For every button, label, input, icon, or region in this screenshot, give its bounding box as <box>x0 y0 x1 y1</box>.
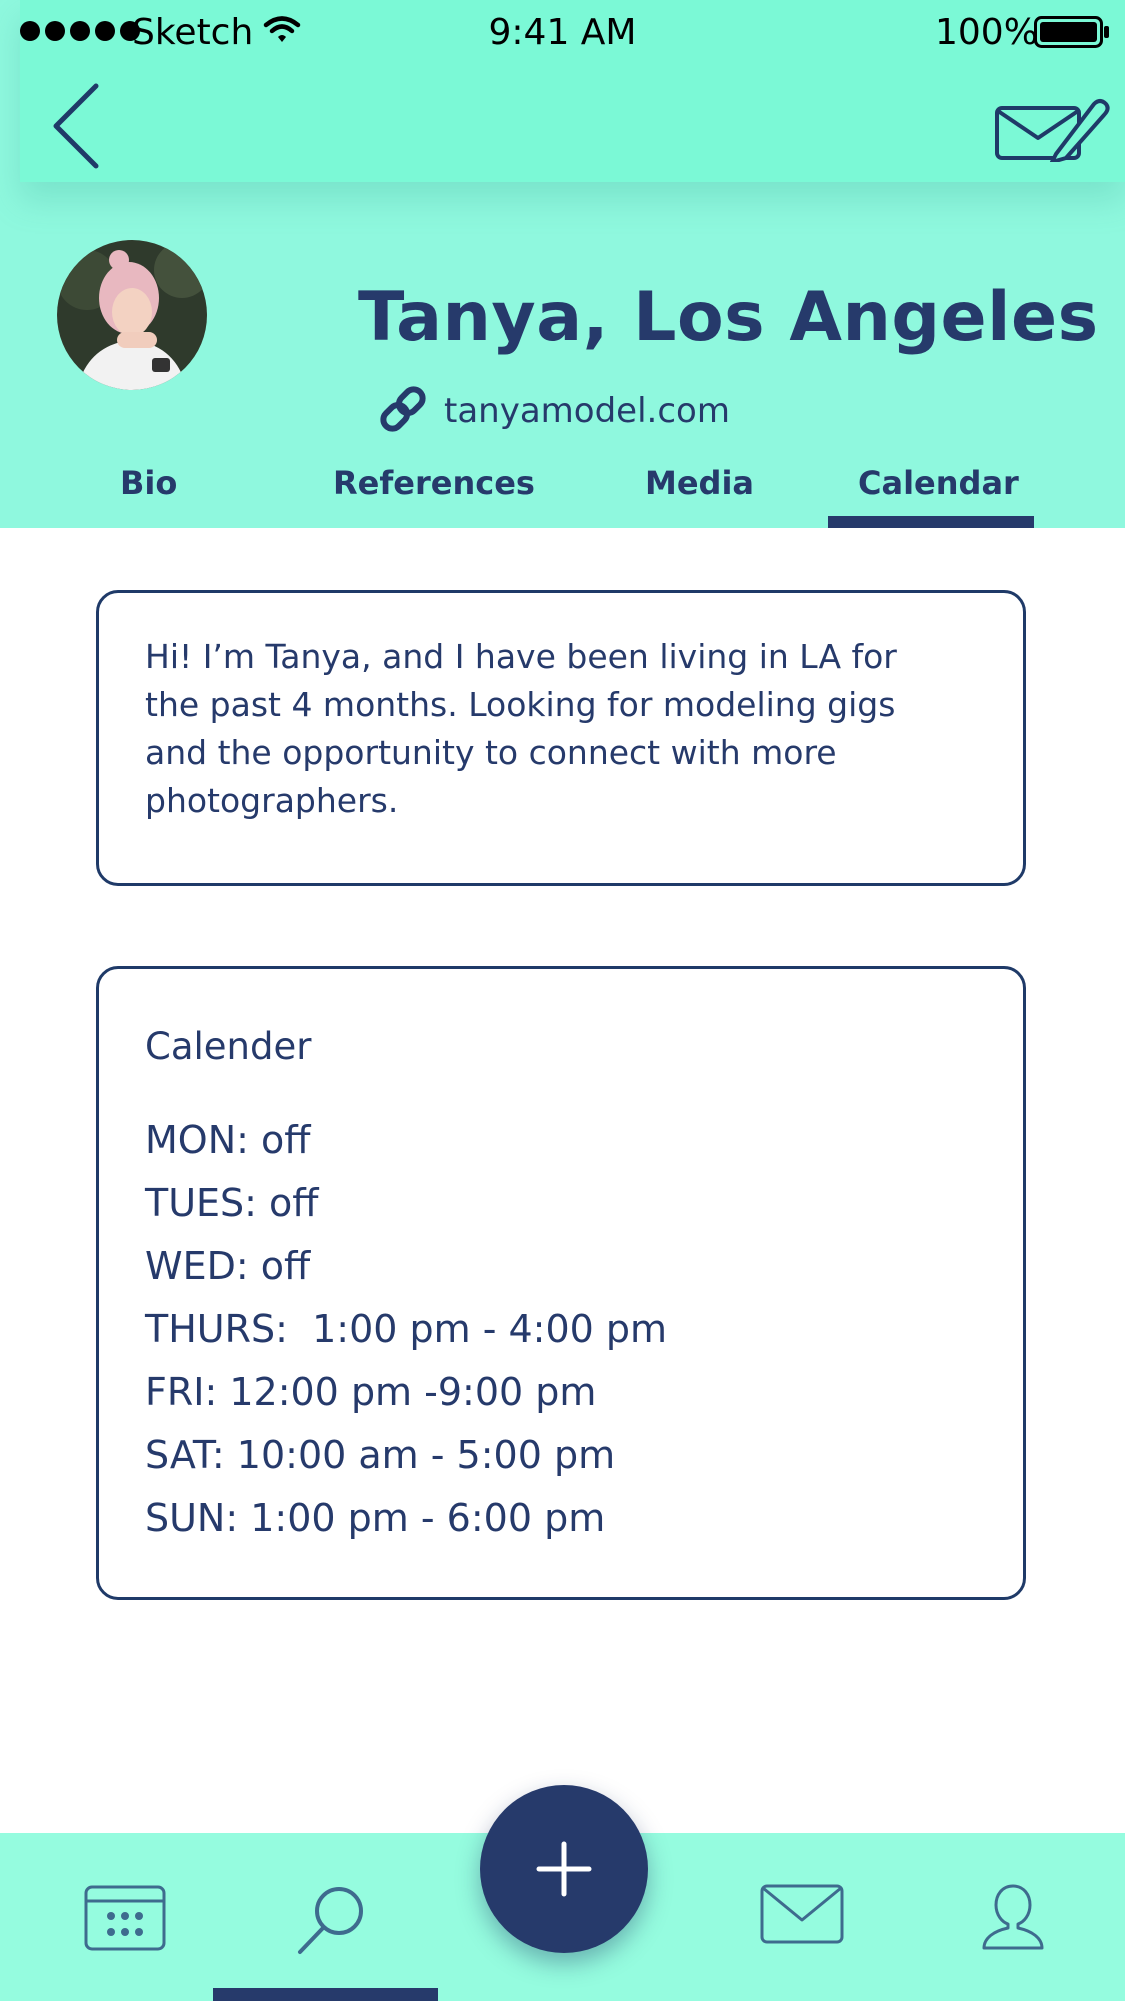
tab-calendar[interactable]: Calendar <box>858 464 1019 502</box>
search-icon[interactable] <box>296 1884 366 1960</box>
bio-card: Hi! I’m Tanya, and I have been living in… <box>96 590 1026 886</box>
link-icon <box>378 384 428 438</box>
active-tab-indicator <box>828 516 1034 528</box>
schedule-wednesday: WED: off <box>145 1244 311 1288</box>
calendar-title: Calender <box>145 1025 312 1068</box>
plus-icon <box>536 1841 592 1897</box>
tab-media[interactable]: Media <box>645 464 754 502</box>
back-chevron-icon[interactable] <box>46 80 106 176</box>
schedule-thursday: THURS: 1:00 pm - 4:00 pm <box>145 1307 668 1351</box>
active-tab-underline <box>213 1988 438 2001</box>
bio-text: Hi! I’m Tanya, and I have been living in… <box>145 637 897 820</box>
schedule-tuesday: TUES: off <box>145 1181 319 1225</box>
schedule-saturday: SAT: 10:00 am - 5:00 pm <box>145 1433 616 1477</box>
schedule-list: MON: off TUES: off WED: off THURS: 1:00 … <box>145 1109 667 1550</box>
schedule-friday: FRI: 12:00 pm -9:00 pm <box>145 1370 597 1414</box>
website-url: tanyamodel.com <box>444 391 730 431</box>
mail-icon[interactable] <box>760 1884 844 1948</box>
tab-references[interactable]: References <box>333 464 535 502</box>
tab-bio[interactable]: Bio <box>120 464 177 502</box>
status-bar: Sketch 9:41 AM 100% <box>0 0 1125 70</box>
battery-icon <box>1034 16 1110 57</box>
avatar[interactable] <box>57 240 207 390</box>
calendar-icon[interactable] <box>84 1885 166 1955</box>
profile-name: Tanya, Los Angeles <box>358 278 1099 357</box>
calendar-card: Calender MON: off TUES: off WED: off THU… <box>96 966 1026 1600</box>
website-link[interactable]: tanyamodel.com <box>378 384 730 438</box>
add-button[interactable] <box>480 1785 648 1953</box>
schedule-sunday: SUN: 1:00 pm - 6:00 pm <box>145 1496 606 1540</box>
battery-percentage: 100% <box>935 12 1038 53</box>
profile-screen: Sketch 9:41 AM 100% Tanya, Los Angeles t… <box>0 0 1125 2001</box>
schedule-monday: MON: off <box>145 1118 311 1162</box>
mail-compose-icon[interactable] <box>994 96 1110 166</box>
profile-icon[interactable] <box>980 1882 1046 1956</box>
